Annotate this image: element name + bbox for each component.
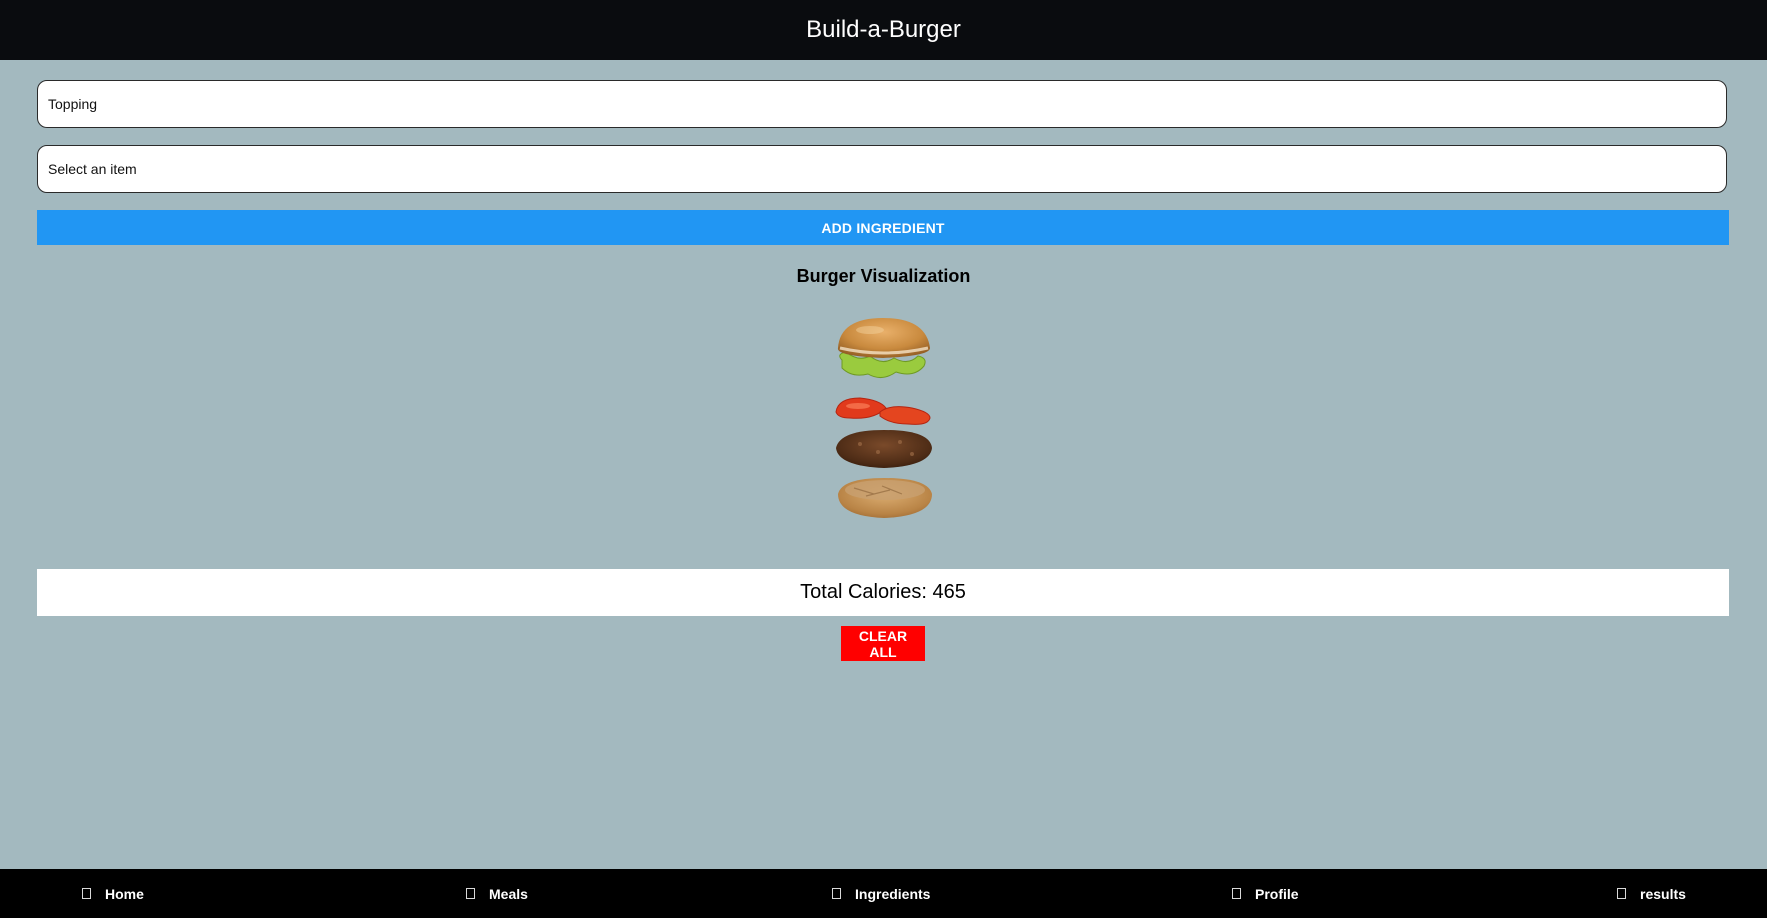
tomato-slice-shape <box>879 406 931 425</box>
patty-texture-shape <box>898 440 902 444</box>
tomato-layer <box>835 397 931 425</box>
bottom-bun-top-shape <box>845 480 925 500</box>
app-header: Build-a-Burger <box>0 0 1767 60</box>
clear-all-button[interactable]: CLEAR ALL <box>841 626 925 661</box>
item-select-placeholder: Select an item <box>48 161 137 177</box>
category-select[interactable]: Topping <box>37 80 1727 128</box>
patty-texture-shape <box>910 452 914 456</box>
nav-item-home[interactable]: Home <box>82 869 144 918</box>
bottom-bun-layer <box>838 478 932 518</box>
burger-visualization <box>835 318 932 518</box>
total-calories-value: 465 <box>932 581 966 603</box>
ingredients-icon <box>832 888 841 899</box>
nav-item-label: Ingredients <box>855 885 931 902</box>
bun-highlight-shape <box>856 326 884 334</box>
nav-item-profile[interactable]: Profile <box>1232 869 1299 918</box>
visualization-title: Burger Visualization <box>796 266 971 286</box>
meals-icon <box>466 888 475 899</box>
patty-shape <box>836 430 932 468</box>
total-calories-bar: Total Calories: 465 <box>37 569 1729 616</box>
patty-layer <box>836 430 932 468</box>
patty-texture-shape <box>858 442 862 446</box>
patty-texture-shape <box>876 450 880 454</box>
total-calories-label: Total Calories: <box>800 581 927 603</box>
app-root: Build-a-Burger Topping Select an item AD… <box>0 0 1767 918</box>
profile-icon <box>1232 888 1241 899</box>
results-icon <box>1617 888 1626 899</box>
nav-item-label: Profile <box>1255 885 1299 902</box>
nav-item-meals[interactable]: Meals <box>466 869 528 918</box>
top-bun-layer <box>837 318 930 378</box>
bottom-nav: Home Meals Ingredients Profile results <box>0 869 1767 918</box>
item-select[interactable]: Select an item <box>37 145 1727 193</box>
home-icon <box>82 888 91 899</box>
nav-item-ingredients[interactable]: Ingredients <box>832 869 930 918</box>
add-ingredient-button[interactable]: ADD INGREDIENT <box>37 210 1729 245</box>
category-select-value: Topping <box>48 96 98 112</box>
page-title: Build-a-Burger <box>806 16 961 43</box>
tomato-highlight-shape <box>846 403 870 409</box>
nav-item-label: results <box>1640 885 1686 902</box>
nav-item-label: Meals <box>489 885 528 902</box>
nav-item-label: Home <box>105 885 144 902</box>
nav-item-results[interactable]: results <box>1617 869 1686 918</box>
